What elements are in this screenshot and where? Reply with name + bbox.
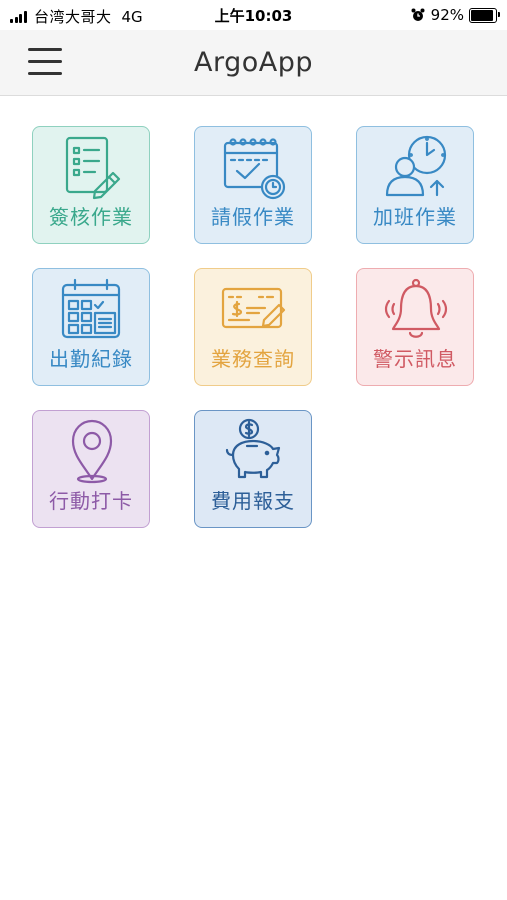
calendar-check-clock-icon — [223, 138, 286, 200]
tile-label: 費用報支 — [211, 489, 295, 513]
tile-label: 出勤紀錄 — [49, 347, 133, 371]
app-title: ArgoApp — [193, 47, 313, 78]
calendar-grid-icon — [61, 278, 121, 339]
location-pin-icon — [71, 419, 113, 484]
tile-leave[interactable]: 請假作業 — [194, 126, 312, 244]
app-header: ArgoApp — [0, 30, 507, 96]
cheque-pen-icon — [221, 287, 286, 329]
tile-label: 加班作業 — [373, 205, 457, 229]
alarm-clock-icon — [411, 8, 425, 21]
tile-alerts[interactable]: 警示訊息 — [356, 268, 474, 386]
tile-mobile-punch[interactable]: 行動打卡 — [32, 410, 150, 528]
tile-approval[interactable]: 簽核作業 — [32, 126, 150, 244]
document-checklist-edit-icon — [65, 136, 121, 200]
battery-percent: 92% — [430, 6, 464, 24]
status-bar: 台湾大哥大 4G 上午10:03 92% — [0, 0, 507, 30]
tile-label: 簽核作業 — [49, 205, 133, 229]
user-clock-up-icon — [385, 135, 447, 197]
battery-icon — [469, 7, 500, 23]
tile-label: 警示訊息 — [373, 347, 457, 371]
status-right: 92% — [411, 6, 500, 24]
tile-business-query[interactable]: 業務查詢 — [194, 268, 312, 386]
tile-label: 業務查詢 — [211, 347, 295, 371]
battery-fill — [471, 9, 494, 21]
tile-label: 請假作業 — [211, 205, 295, 229]
tile-expense[interactable]: 費用報支 — [194, 410, 312, 528]
tile-label: 行動打卡 — [49, 489, 133, 513]
tile-attendance[interactable]: 出勤紀錄 — [32, 268, 150, 386]
ringing-bell-icon — [384, 278, 448, 338]
tile-overtime[interactable]: 加班作業 — [356, 126, 474, 244]
piggy-bank-coin-icon — [225, 418, 281, 479]
